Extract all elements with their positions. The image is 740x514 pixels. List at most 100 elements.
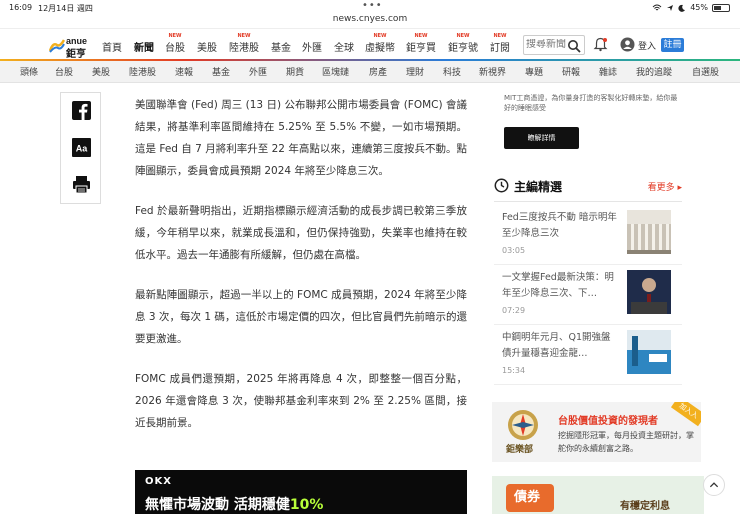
news-time: 15:34: [502, 366, 526, 375]
ad-headline: 無懼市場波動 活期穩健10%: [145, 497, 324, 513]
list-item[interactable]: 一文掌握Fed最新決策：明年至少降息三次、下… 07:29: [502, 270, 680, 320]
user-avatar-icon[interactable]: [620, 37, 635, 52]
bond-subtitle: 有穩定利息: [620, 501, 670, 512]
subnav-magazine[interactable]: 雜誌: [599, 65, 617, 78]
promo-card: MIT工商憑證，為你量身打造的客製化好轉床墊，給你最好的睡眠感受 瞭解詳情: [492, 84, 682, 158]
search-icon[interactable]: [567, 39, 581, 53]
nav-forex[interactable]: 外匯: [302, 39, 322, 54]
subnav-blockchain[interactable]: 區塊鏈: [322, 65, 349, 78]
editors-picks-title: 主編精選: [514, 180, 563, 194]
nav-anue-account[interactable]: NEW 鉅亨號: [448, 33, 478, 54]
value-investing-banner[interactable]: 鉅樂部 台股價值投資的發現者 挖掘隱形冠軍，每月投資主題研討，掌舵你的永續創富之…: [492, 402, 701, 462]
news-thumbnail[interactable]: [627, 210, 671, 254]
search-box[interactable]: [523, 35, 585, 55]
join-ribbon: 加入入: [670, 402, 701, 427]
more-link[interactable]: 看更多 ▸: [648, 180, 682, 193]
subnav-new-vision[interactable]: 新視界: [479, 65, 506, 78]
status-date: 12月14日 週四: [38, 4, 93, 13]
subnav-wealth[interactable]: 理財: [406, 65, 424, 78]
battery-percent: 45%: [690, 3, 708, 12]
nav-cn-hk-stocks[interactable]: NEW 陸港股: [229, 33, 259, 54]
article-body: 美國聯準會 (Fed) 周三 (13 日) 公布聯邦公開市場委員會 (FOMC)…: [135, 94, 467, 452]
font-size-icon[interactable]: Aa: [72, 138, 91, 157]
scroll-to-top-icon[interactable]: [703, 474, 725, 496]
news-title[interactable]: Fed三度按兵不動 暗示明年至少降息三次: [502, 210, 618, 242]
nav-tw-stocks[interactable]: NEW 台股: [165, 33, 185, 54]
bond-badge: 債券: [514, 490, 541, 505]
new-tag: NEW: [168, 33, 182, 39]
new-tag: NEW: [493, 33, 507, 39]
list-item[interactable]: Fed三度按兵不動 暗示明年至少降息三次 03:05: [502, 210, 680, 260]
banner-title: 台股價值投資的發現者: [558, 416, 658, 427]
subnav-futures[interactable]: 期貨: [286, 65, 304, 78]
new-tag: NEW: [237, 33, 251, 39]
address-bar-url[interactable]: news.cnyes.com: [0, 14, 740, 24]
nav-anue-buy[interactable]: NEW 鉅亨買: [406, 33, 436, 54]
subnav-real-estate[interactable]: 房產: [369, 65, 387, 78]
subnav-topics[interactable]: 專題: [525, 65, 543, 78]
anue-logo[interactable]: anue 鉅亨: [49, 35, 91, 60]
subnav-watchlist[interactable]: 自選股: [692, 65, 719, 78]
news-thumbnail[interactable]: [627, 270, 671, 314]
divider: [494, 264, 682, 265]
logo-mark-icon: [49, 39, 65, 53]
news-title[interactable]: 中鋼明年元月、Q1開強盤 債升量穩喜迎金龍…: [502, 330, 618, 362]
news-time: 07:29: [502, 306, 526, 315]
divider: [494, 384, 682, 385]
subnav-my-follow[interactable]: 我的追蹤: [636, 65, 672, 78]
location-icon: [667, 4, 674, 11]
news-thumbnail[interactable]: [627, 330, 671, 374]
editors-picks-header: 主編精選 看更多 ▸: [494, 177, 682, 197]
learn-more-button[interactable]: 瞭解詳情: [504, 127, 579, 149]
svg-text:Aa: Aa: [76, 144, 88, 154]
list-item[interactable]: 中鋼明年元月、Q1開強盤 債升量穩喜迎金龍… 15:34: [502, 330, 680, 380]
share-rail: Aa: [60, 92, 101, 204]
nav-us-stocks[interactable]: 美股: [197, 39, 217, 54]
moon-icon: [678, 4, 686, 12]
bell-icon[interactable]: [593, 37, 608, 52]
register-button[interactable]: 註冊: [661, 38, 684, 52]
subnav-funds[interactable]: 基金: [212, 65, 230, 78]
status-bar: 16:09 12月14日 週四 ••• news.cnyes.com 45%: [0, 0, 740, 28]
nav-news[interactable]: 新聞: [134, 39, 154, 54]
wifi-icon: [652, 4, 662, 10]
status-right: 45%: [652, 3, 730, 12]
status-time: 16:09: [9, 3, 33, 12]
nav-funds[interactable]: 基金: [271, 39, 291, 54]
bond-banner[interactable]: 債券 有穩定利息: [492, 476, 704, 514]
article-paragraph: FOMC 成員們還預期，2025 年將再降息 4 次，即整整一個百分點，2026…: [135, 373, 467, 429]
main-nav: anue 鉅亨 首頁 新聞 NEW 台股 美股 NEW 陸港股 基金 外匯 全球 N…: [0, 28, 740, 60]
banner-body: 挖掘隱形冠軍，每月投資主題研討，掌舵你的永續創富之路。: [558, 431, 694, 453]
subnav-research[interactable]: 研報: [562, 65, 580, 78]
logo-text-bottom: 鉅亨: [66, 49, 86, 60]
login-link[interactable]: 登入: [638, 39, 656, 52]
club-brand: 鉅樂部: [506, 445, 534, 455]
news-title[interactable]: 一文掌握Fed最新決策：明年至少降息三次、下…: [502, 270, 618, 302]
article-paragraph: 最新點陣圖顯示，超過一半以上的 FOMC 成員預期，2024 年將至少降息 3 …: [135, 289, 467, 345]
nav-global[interactable]: 全球: [334, 39, 354, 54]
battery-icon: [712, 3, 730, 12]
nav-crypto[interactable]: NEW 虛擬幣: [365, 33, 395, 54]
search-input[interactable]: [526, 39, 568, 50]
facebook-icon[interactable]: [72, 101, 91, 120]
okx-logo: OKX: [145, 476, 172, 487]
subnav-flash[interactable]: 速報: [175, 65, 193, 78]
sub-nav: 頭條 台股 美股 陸港股 速報 基金 外匯 期貨 區塊鏈 房產 理財 科技 新視…: [0, 61, 740, 83]
new-tag: NEW: [373, 33, 387, 39]
subnav-tw-stocks[interactable]: 台股: [55, 65, 73, 78]
divider: [494, 324, 682, 325]
subnav-tech[interactable]: 科技: [443, 65, 461, 78]
promo-text: MIT工商憑證，為你量身打造的客製化好轉床墊，給你最好的睡眠感受: [504, 94, 678, 112]
subnav-forex[interactable]: 外匯: [249, 65, 267, 78]
print-icon[interactable]: [72, 175, 91, 194]
tab-dots-icon[interactable]: •••: [362, 0, 383, 11]
subnav-cn-hk-stocks[interactable]: 陸港股: [129, 65, 156, 78]
okx-ad-banner[interactable]: OKX 無懼市場波動 活期穩健10%: [135, 470, 467, 514]
new-tag: NEW: [414, 33, 428, 39]
nav-subscribe[interactable]: NEW 訂閱: [490, 33, 510, 54]
subnav-us-stocks[interactable]: 美股: [92, 65, 110, 78]
clock-icon: [494, 178, 509, 193]
subnav-headlines[interactable]: 頭條: [20, 65, 38, 78]
nav-home[interactable]: 首頁: [102, 39, 122, 54]
new-tag: NEW: [456, 33, 470, 39]
